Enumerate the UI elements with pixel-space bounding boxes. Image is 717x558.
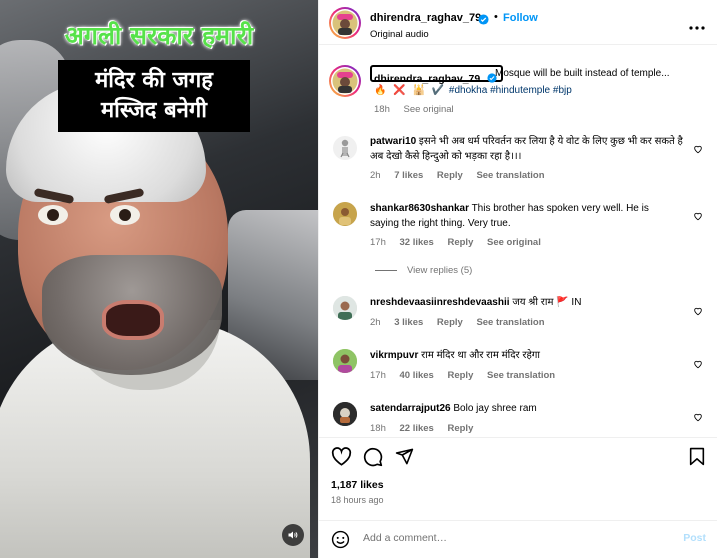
comment-like-heart-icon[interactable] xyxy=(693,208,703,226)
comment-input[interactable]: Add a comment… xyxy=(363,532,447,544)
audio-link[interactable]: Original audio xyxy=(370,29,429,40)
post-comment-button[interactable]: Post xyxy=(683,532,706,544)
likes-count[interactable]: 1,187 likes xyxy=(331,479,384,491)
follow-button[interactable]: Follow xyxy=(503,12,538,24)
share-paper-plane-icon[interactable] xyxy=(395,447,414,471)
commenter-avatar[interactable] xyxy=(333,349,357,373)
video-overlay-headline: अगली सरकार हमारी xyxy=(64,21,254,50)
post-panel: dhirendra_raghav_79 • Follow Original au… xyxy=(318,0,717,558)
comment-body: vikrmpuvr राम मंदिर था और राम मंदिर रहेग… xyxy=(370,348,680,363)
comment-username[interactable]: satendarrajput26 xyxy=(370,403,451,414)
caption-emojis: 🔥 ❌ 🕌 ✔️ xyxy=(374,85,447,96)
comment-time: 2h xyxy=(370,317,381,328)
comment-text: जय श्री राम 🚩 IN xyxy=(512,297,582,308)
view-replies-line xyxy=(375,269,397,271)
comment-meta: 18h 22 likes Reply xyxy=(370,423,484,434)
author-avatar[interactable] xyxy=(329,7,361,39)
comment-body: patwari10 इसने भी अब धर्म परिवर्तन कर लि… xyxy=(370,134,685,164)
comment-username[interactable]: nreshdevaasiinreshdevaashii xyxy=(370,297,510,308)
comment-likes[interactable]: 32 likes xyxy=(400,237,434,248)
comment-text: Bolo jay shree ram xyxy=(453,403,537,414)
mute-button[interactable] xyxy=(282,524,304,546)
view-replies-button[interactable]: View replies (5) xyxy=(375,265,472,276)
post-time: 18 hours ago xyxy=(331,495,384,505)
video-overlay-line1: मंदिर की जगह xyxy=(95,68,213,93)
comment-body: nreshdevaasiinreshdevaashii जय श्री राम … xyxy=(370,295,680,310)
right-eye xyxy=(110,205,140,225)
header-separator: • xyxy=(494,11,498,23)
comment-body: satendarrajput26 Bolo jay shree ram xyxy=(370,401,680,416)
comment-meta: 17h 32 likes Reply See original xyxy=(370,237,552,248)
caption-time: 18h xyxy=(374,104,390,115)
comment-reply-button[interactable]: Reply xyxy=(447,423,473,434)
comment-reply-button[interactable]: Reply xyxy=(447,237,473,248)
save-bookmark-icon[interactable] xyxy=(689,447,705,471)
comment-like-heart-icon[interactable] xyxy=(693,303,703,321)
comment-text: राम मंदिर था और राम मंदिर रहेगा xyxy=(421,350,540,361)
video-overlay-line2: मस्जिद बनेगी xyxy=(101,98,207,123)
comment-translation-link[interactable]: See translation xyxy=(476,170,544,181)
like-heart-icon[interactable] xyxy=(331,447,352,471)
comment-reply-button[interactable]: Reply xyxy=(447,370,473,381)
post-header: dhirendra_raghav_79 • Follow Original au… xyxy=(319,0,717,45)
comment-likes[interactable]: 22 likes xyxy=(400,423,434,434)
comment-likes[interactable]: 40 likes xyxy=(400,370,434,381)
video-overlay-box: मंदिर की जगह मस्जिद बनेगी xyxy=(58,60,250,132)
add-comment-bar: Add a comment… Post xyxy=(319,520,717,556)
comment-body: shankar8630shankar This brother has spok… xyxy=(370,201,680,231)
verified-badge-icon xyxy=(478,12,489,30)
comment-bubble-icon[interactable] xyxy=(363,447,383,472)
comment-reply-button[interactable]: Reply xyxy=(437,170,463,181)
view-replies-label[interactable]: View replies (5) xyxy=(407,265,472,276)
caption-text: Mosque will be built instead of temple..… xyxy=(495,68,670,79)
comment-username[interactable]: patwari10 xyxy=(370,136,416,147)
comment-translation-link[interactable]: See translation xyxy=(487,370,555,381)
caption-meta: 18h See original xyxy=(374,104,465,115)
comment-see-original-link[interactable]: See original xyxy=(487,237,541,248)
comment-like-heart-icon[interactable] xyxy=(693,141,703,159)
comment-translation-link[interactable]: See translation xyxy=(476,317,544,328)
comment-meta: 17h 40 likes Reply See translation xyxy=(370,370,566,381)
commenter-avatar[interactable] xyxy=(333,296,357,320)
commenter-avatar[interactable] xyxy=(333,402,357,426)
comment-time: 18h xyxy=(370,423,386,434)
comment-reply-button[interactable]: Reply xyxy=(437,317,463,328)
comment-meta: 2h 3 likes Reply See translation xyxy=(370,317,556,328)
emoji-smiley-icon[interactable] xyxy=(331,530,350,554)
comment-like-heart-icon[interactable] xyxy=(693,409,703,427)
caption-username[interactable]: dhirendra_raghav_79 xyxy=(374,73,480,85)
comment-likes[interactable]: 7 likes xyxy=(394,170,423,181)
left-eye xyxy=(38,205,68,225)
caption-username-highlight[interactable]: dhirendra_raghav_79 xyxy=(370,65,503,85)
more-options-icon[interactable] xyxy=(689,17,705,35)
comment-like-heart-icon[interactable] xyxy=(693,356,703,374)
caption-see-original[interactable]: See original xyxy=(404,104,454,115)
comment-meta: 2h 7 likes Reply See translation xyxy=(370,170,556,181)
post-actions: 1,187 likes 18 hours ago Add a comment… … xyxy=(319,437,717,555)
caption-hashtags[interactable]: #dhokha #hindutemple #bjp xyxy=(449,85,572,96)
caption-avatar[interactable] xyxy=(329,65,361,97)
caption-hashtags-line: 🔥 ❌ 🕌 ✔️ #dhokha #hindutemple #bjp xyxy=(374,85,572,96)
comment-time: 17h xyxy=(370,237,386,248)
commenter-avatar[interactable] xyxy=(333,202,357,226)
speaker-icon xyxy=(288,531,298,539)
author-username[interactable]: dhirendra_raghav_79 xyxy=(370,12,481,24)
commenter-avatar[interactable] xyxy=(333,136,357,160)
comment-time: 17h xyxy=(370,370,386,381)
comment-likes[interactable]: 3 likes xyxy=(394,317,423,328)
comment-username[interactable]: vikrmpuvr xyxy=(370,350,418,361)
comment-text: इसने भी अब धर्म परिवर्तन कर लिया है ये व… xyxy=(370,136,683,162)
reel-video[interactable]: अगली सरकार हमारी मंदिर की जगह मस्जिद बने… xyxy=(0,0,318,558)
person-mouth xyxy=(102,300,164,340)
comment-username[interactable]: shankar8630shankar xyxy=(370,203,469,214)
comment-time: 2h xyxy=(370,170,381,181)
